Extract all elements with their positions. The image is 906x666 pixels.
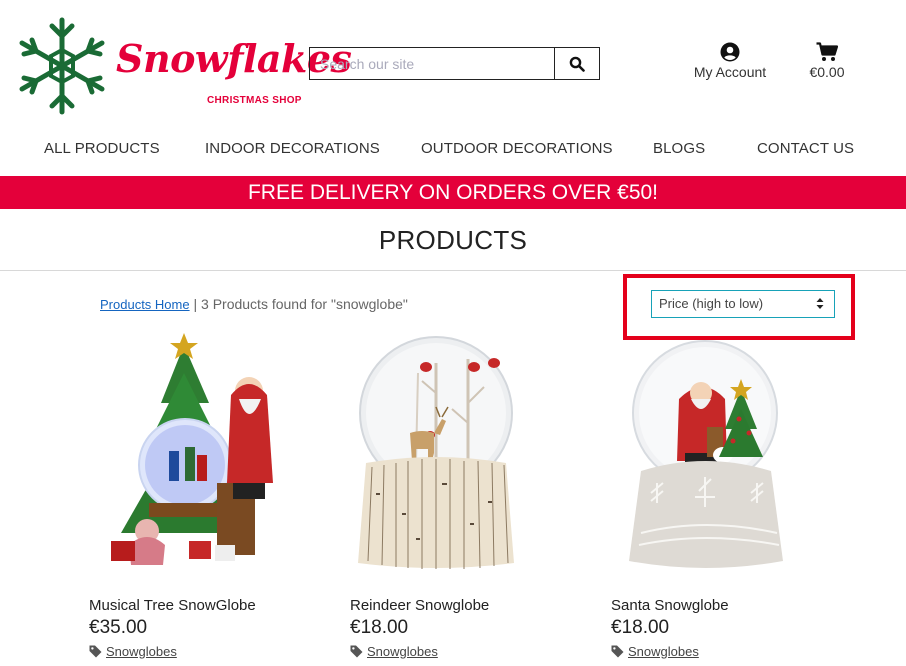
product-name[interactable]: Musical Tree SnowGlobe bbox=[89, 597, 256, 614]
sort-select[interactable]: Price (high to low) bbox=[651, 290, 835, 318]
product-category: Snowglobes bbox=[89, 644, 177, 659]
santa-snowglobe-image[interactable] bbox=[611, 333, 811, 573]
cart-link[interactable]: €0.00 bbox=[806, 42, 848, 80]
search-button[interactable] bbox=[554, 48, 599, 79]
nav-item-outdoor-decorations[interactable]: OUTDOOR DECORATIONS bbox=[421, 140, 613, 157]
tag-icon bbox=[89, 645, 102, 658]
sort-selected-value: Price (high to low) bbox=[659, 296, 764, 311]
tag-icon bbox=[611, 645, 624, 658]
nav-item-all-products[interactable]: ALL PRODUCTS bbox=[44, 140, 160, 157]
nav-item-indoor-decorations[interactable]: INDOOR DECORATIONS bbox=[205, 140, 380, 157]
snowflake-logo-icon bbox=[19, 17, 105, 115]
product-name[interactable]: Santa Snowglobe bbox=[611, 597, 729, 614]
select-arrows-icon bbox=[816, 298, 824, 309]
product-price: €18.00 bbox=[611, 617, 670, 638]
user-circle-icon bbox=[720, 42, 740, 62]
product-price: €35.00 bbox=[89, 617, 148, 638]
my-account-label: My Account bbox=[693, 64, 767, 80]
nav-item-blogs[interactable]: BLOGS bbox=[653, 140, 705, 157]
search-input[interactable] bbox=[310, 48, 554, 79]
product-category: Snowglobes bbox=[350, 644, 438, 659]
product-price: €18.00 bbox=[350, 617, 409, 638]
promo-banner: FREE DELIVERY ON ORDERS OVER €50! bbox=[0, 176, 906, 209]
brand-tagline: CHRISTMAS SHOP bbox=[207, 95, 302, 106]
breadcrumb-separator: | bbox=[193, 296, 198, 312]
cart-total: €0.00 bbox=[809, 64, 845, 80]
musical-tree-snowglobe-image[interactable] bbox=[89, 333, 289, 573]
site-header: Snowflakes CHRISTMAS SHOP My Account bbox=[0, 0, 906, 130]
search-icon bbox=[569, 56, 585, 72]
main-nav: ALL PRODUCTS INDOOR DECORATIONS OUTDOOR … bbox=[0, 140, 906, 160]
category-link[interactable]: Snowglobes bbox=[628, 644, 699, 659]
tag-icon bbox=[350, 645, 363, 658]
product-category: Snowglobes bbox=[611, 644, 699, 659]
product-name[interactable]: Reindeer Snowglobe bbox=[350, 597, 489, 614]
search-bar bbox=[309, 47, 600, 80]
shopping-cart-icon bbox=[816, 42, 839, 61]
brand-logo[interactable]: Snowflakes CHRISTMAS SHOP bbox=[14, 14, 352, 115]
category-link[interactable]: Snowglobes bbox=[367, 644, 438, 659]
reindeer-snowglobe-image[interactable] bbox=[350, 333, 550, 573]
divider bbox=[0, 270, 906, 271]
category-link[interactable]: Snowglobes bbox=[106, 644, 177, 659]
results-summary: 3 Products found for "snowglobe" bbox=[201, 296, 408, 312]
breadcrumb: Products Home | 3 Products found for "sn… bbox=[100, 296, 408, 312]
page-title: PRODUCTS bbox=[378, 225, 528, 255]
products-home-link[interactable]: Products Home bbox=[100, 297, 190, 312]
my-account-link[interactable]: My Account bbox=[690, 42, 770, 80]
nav-item-contact-us[interactable]: CONTACT US bbox=[757, 140, 854, 157]
